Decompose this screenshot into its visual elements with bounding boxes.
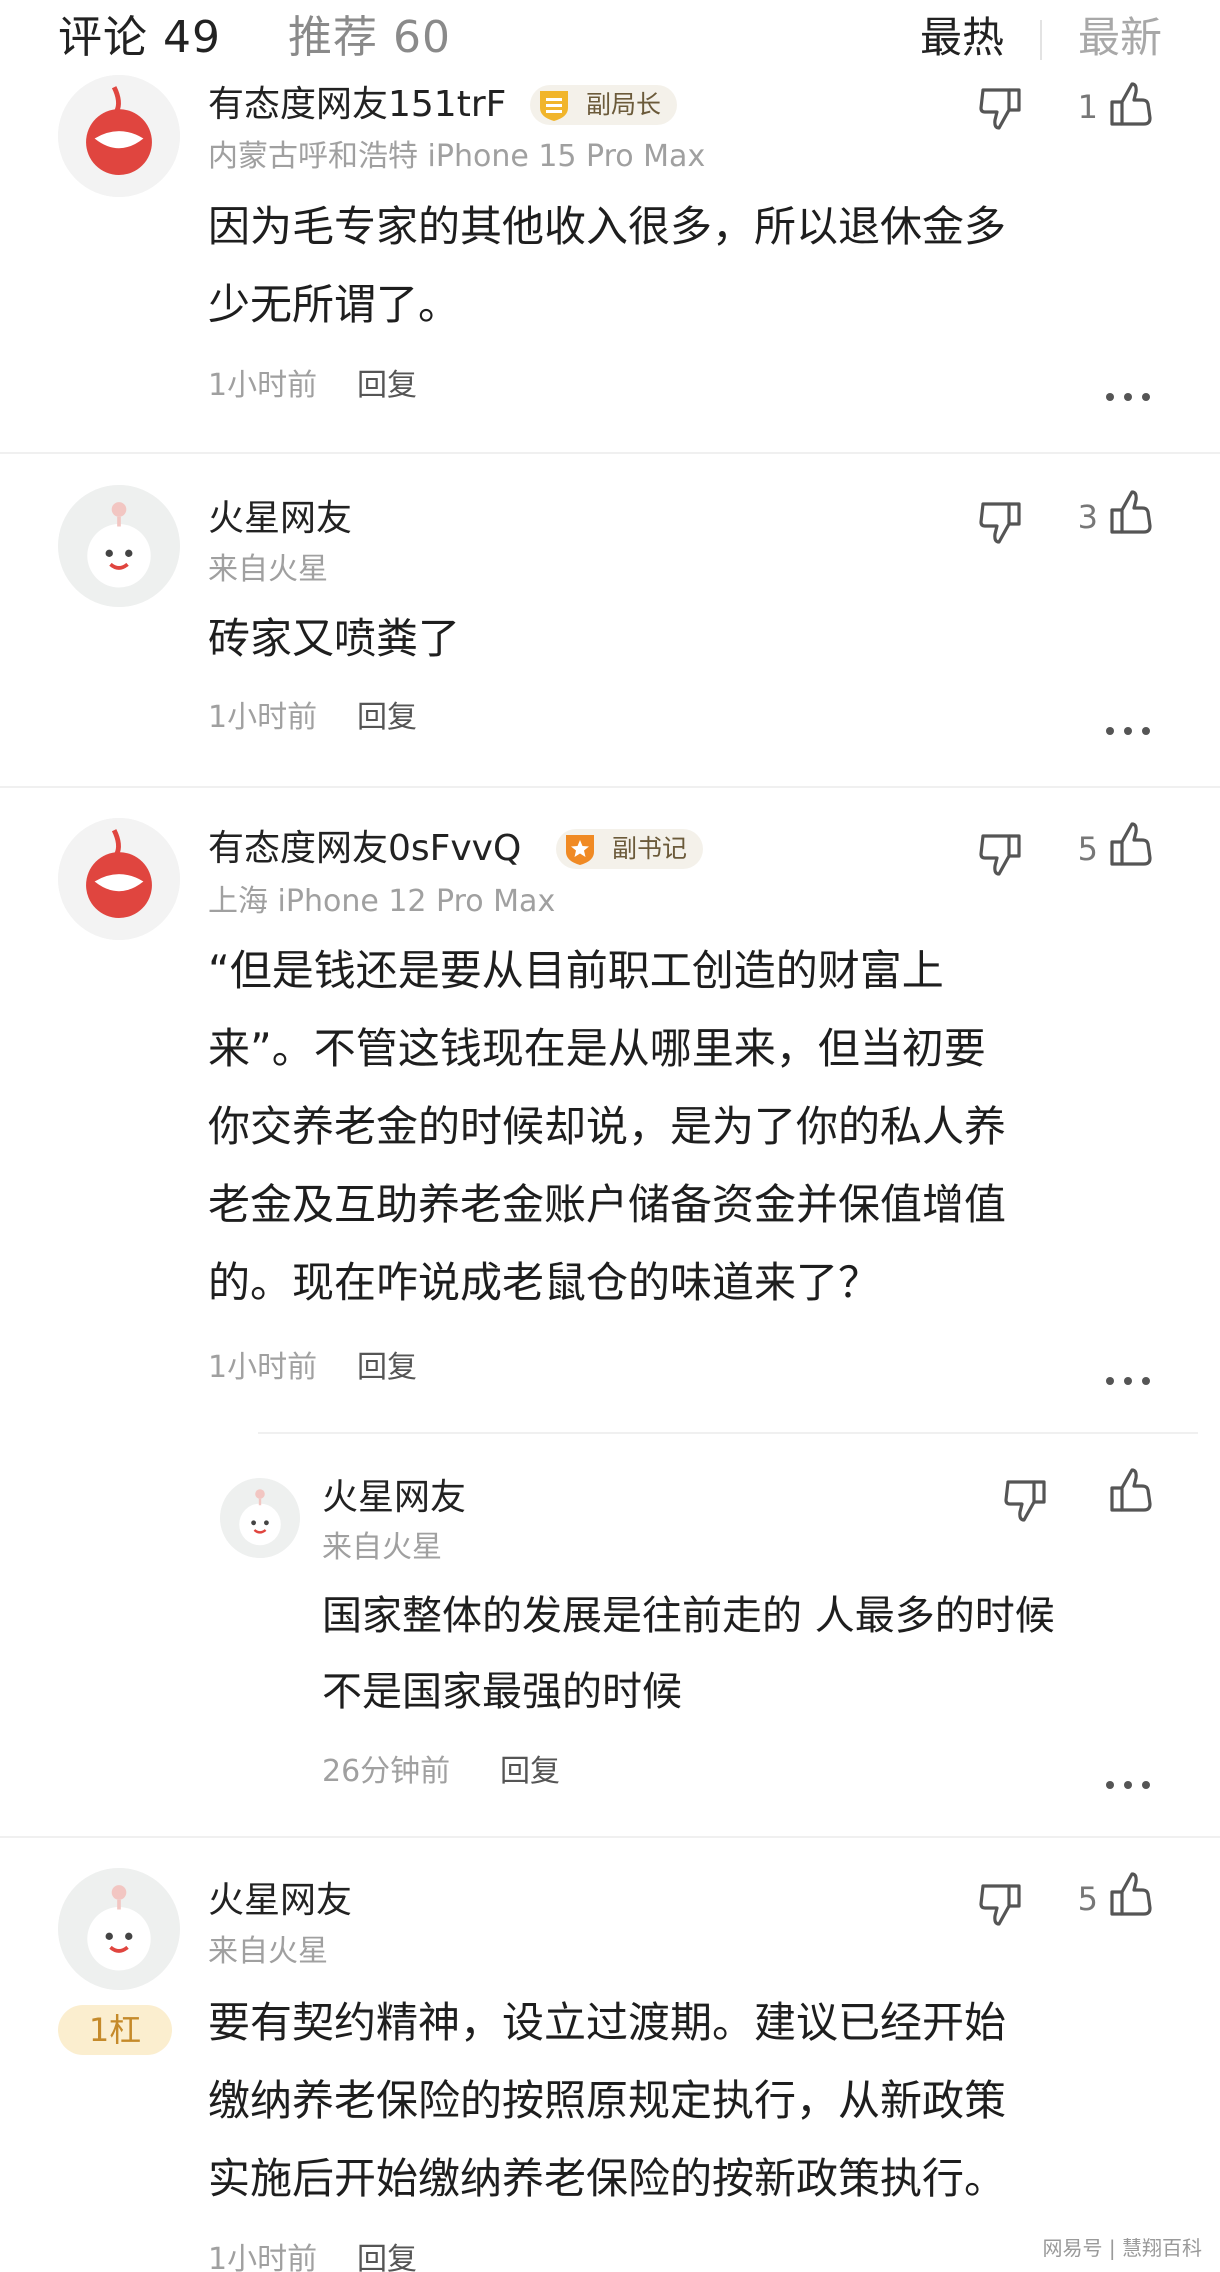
comment-body: 要有契约精神，设立过渡期。建议已经开始 缴纳养老保险的按照原规定执行，从新政策 … [208, 1984, 1006, 2218]
reply-button[interactable]: 回复 [357, 1348, 417, 1388]
thumbs-up-icon [1110, 1468, 1152, 1512]
reply-username[interactable]: 火星网友 [322, 1475, 466, 1521]
comment-separator [0, 1836, 1220, 1838]
rank-title-badge: 副局长 [530, 85, 678, 125]
reply-location: 来自火星 [322, 1530, 442, 1565]
like-count: 3 [1077, 498, 1098, 536]
comment-body-line: 要有契约精神，设立过渡期。建议已经开始 [208, 1998, 1007, 2047]
reply-body: 国家整体的发展是往前走的 人最多的时候 不是国家最强的时候 [322, 1578, 1055, 1730]
comment-location: 来自火星 [208, 1934, 328, 1969]
comment-body: “但是钱还是要从目前职工创造的财富上 来”。不管这钱现在是从哪里来，但当初要 你… [208, 932, 1006, 1322]
rank-title-badge: 副书记 [556, 829, 704, 869]
more-options-button[interactable] [1104, 386, 1152, 406]
reply-body-line: 不是国家最强的时候 [322, 1669, 682, 1715]
comment-body-line: 实施后开始缴纳养老保险的按新政策执行。 [208, 2154, 1007, 2203]
like-button[interactable] [1104, 488, 1156, 540]
mars-avatar-icon[interactable] [220, 1478, 300, 1558]
like-count: 5 [1077, 830, 1098, 868]
comment-body-line: 因为毛专家的其他收入很多，所以退休金多 [208, 202, 1007, 251]
more-options-button[interactable] [1104, 720, 1152, 740]
sort-hot-button[interactable]: 最热 [920, 8, 1004, 68]
comment-location: 内蒙古呼和浩特 iPhone 15 Pro Max [208, 139, 706, 174]
reply-button[interactable]: 回复 [500, 1752, 560, 1792]
comment-body-line: “但是钱还是要从目前职工创造的财富上 [208, 946, 944, 995]
thumbs-up-icon [1110, 822, 1152, 866]
netease-avatar-icon[interactable] [58, 818, 180, 940]
thumbs-down-icon [979, 834, 1021, 876]
more-options-button[interactable] [1104, 1370, 1152, 1390]
dislike-button[interactable] [975, 82, 1027, 134]
thumbs-up-icon [1110, 1872, 1152, 1916]
comments-header: 评论 49 推荐 60 最热 最新 [0, 0, 1220, 80]
like-button[interactable] [1104, 1466, 1156, 1518]
comment-username[interactable]: 有态度网友0sFvvQ [208, 826, 521, 872]
reply-body-line: 国家整体的发展是往前走的 人最多的时候 [322, 1593, 1055, 1639]
comment-body-line: 缴纳养老保险的按照原规定执行，从新政策 [208, 2076, 1007, 2125]
badge-label: 副书记 [612, 834, 688, 863]
tab-comments[interactable]: 评论 49 [58, 8, 221, 68]
comment-body-line: 老金及互助养老金账户储备资金并保值增值 [208, 1180, 1007, 1229]
comment-body: 因为毛专家的其他收入很多，所以退休金多 少无所谓了。 [208, 188, 1006, 344]
dislike-button[interactable] [975, 496, 1027, 548]
thumbs-up-icon [1110, 82, 1152, 126]
shield-icon [540, 91, 568, 121]
rank-badge: 1杠 [58, 2005, 172, 2055]
comment-separator [0, 452, 1220, 454]
star-shield-icon [566, 835, 594, 865]
like-button[interactable] [1104, 80, 1156, 132]
comment-time: 1小时前 [208, 1350, 318, 1385]
comment-body: 砖家又喷粪了 [208, 600, 460, 678]
sort-divider [1040, 20, 1042, 60]
like-count: 5 [1077, 1880, 1098, 1918]
dislike-button[interactable] [1000, 1474, 1052, 1526]
comment-username[interactable]: 火星网友 [208, 496, 352, 542]
reply-time: 26分钟前 [322, 1754, 451, 1789]
dislike-button[interactable] [975, 828, 1027, 880]
netease-avatar-icon[interactable] [58, 75, 180, 197]
comment-body-line: 少无所谓了。 [208, 280, 461, 329]
mars-avatar-icon[interactable] [58, 1868, 180, 1990]
comment-username[interactable]: 火星网友 [208, 1878, 352, 1924]
comment-time: 1小时前 [208, 2242, 318, 2272]
reply-button[interactable]: 回复 [357, 698, 417, 738]
thumbs-down-icon [979, 502, 1021, 544]
like-count: 1 [1077, 88, 1098, 126]
dislike-button[interactable] [975, 1878, 1027, 1930]
thumbs-down-icon [1004, 1480, 1046, 1522]
like-button[interactable] [1104, 820, 1156, 872]
comment-body-line: 你交养老金的时候却说，是为了你的私人养 [208, 1102, 1007, 1151]
reply-button[interactable]: 回复 [357, 366, 417, 406]
comment-time: 1小时前 [208, 700, 318, 735]
comment-separator [0, 786, 1220, 788]
source-watermark: 网易号 | 慧翔百科 [1042, 2236, 1202, 2260]
mars-avatar-icon[interactable] [58, 485, 180, 607]
like-button[interactable] [1104, 1870, 1156, 1922]
tab-recommend[interactable]: 推荐 60 [288, 8, 451, 68]
sort-new-button[interactable]: 最新 [1078, 8, 1162, 68]
comment-location: 来自火星 [208, 552, 328, 587]
comment-time: 1小时前 [208, 368, 318, 403]
thumbs-down-icon [979, 1884, 1021, 1926]
thumbs-up-icon [1110, 490, 1152, 534]
comment-username[interactable]: 有态度网友151trF [208, 82, 506, 128]
comment-location: 上海 iPhone 12 Pro Max [208, 884, 556, 919]
more-options-button[interactable] [1104, 1774, 1152, 1794]
reply-button[interactable]: 回复 [357, 2240, 417, 2272]
badge-label: 副局长 [586, 90, 662, 119]
reply-separator [258, 1432, 1198, 1434]
thumbs-down-icon [979, 88, 1021, 130]
comment-body-line: 来”。不管这钱现在是从哪里来，但当初要 [208, 1024, 986, 1073]
comment-body-line: 砖家又喷粪了 [208, 614, 461, 663]
comment-body-line: 的。现在咋说成老鼠仓的味道来了？ [208, 1258, 881, 1307]
